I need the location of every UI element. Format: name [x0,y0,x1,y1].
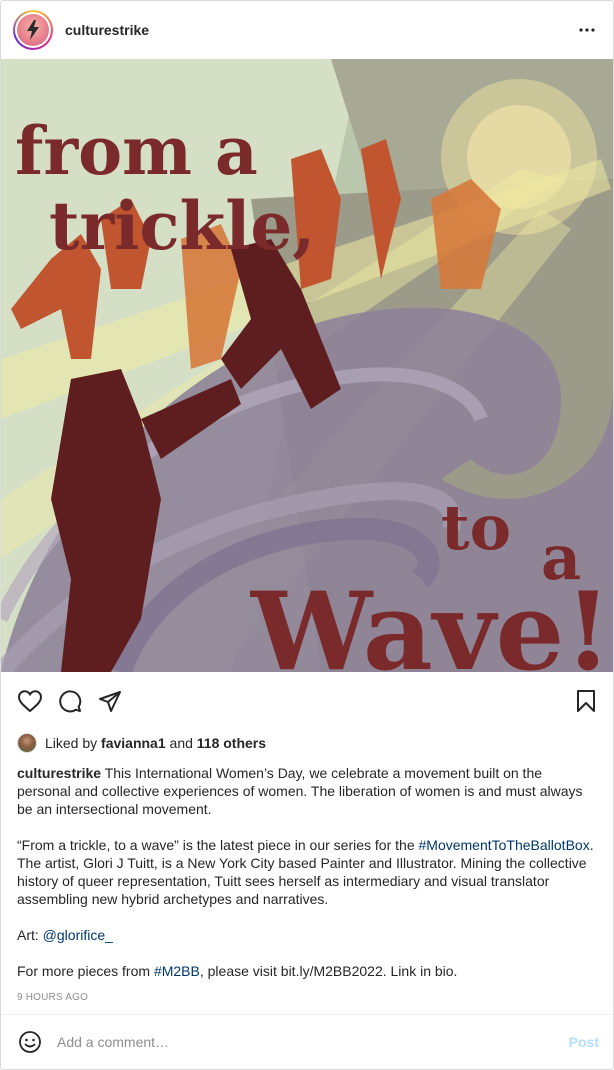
artist-handle-link[interactable]: @glorifice_ [43,927,113,943]
artwork-text-from-a: from a [15,112,258,190]
post-username[interactable]: culturestrike [65,22,149,38]
caption-paragraph-3: Art: @glorifice_ [17,926,597,944]
comment-bar: Post [1,1014,613,1069]
liker-avatar[interactable] [17,733,37,753]
heart-icon[interactable] [17,688,43,714]
post-artwork[interactable]: from a trickle, to a Wave! [1,59,613,672]
liker-username[interactable]: favianna1 [101,735,166,751]
emoji-icon[interactable] [17,1029,43,1055]
caption-paragraph-4: For more pieces from #M2BB, please visit… [17,962,597,980]
likes-count[interactable]: 118 others [197,735,266,751]
caption-text-1: This International Women’s Day, we celeb… [17,765,583,817]
caption-text-4a: For more pieces from [17,963,151,979]
caption-text-4b: , please visit bit.ly/M2BB2022. Link in … [199,963,458,979]
bookmark-icon[interactable] [573,688,599,714]
art-credit-label: Art: [17,927,39,943]
caption-text-2a: “From a trickle, to a wave” is the lates… [17,837,415,853]
artwork-text-trickle: trickle, [49,187,315,265]
instagram-post: culturestrike from a trickle, to a Wave!… [0,0,614,1070]
lightning-logo-icon [17,14,49,46]
post-actions [1,672,613,730]
hashtag-link-m2bb[interactable]: #M2BB [154,963,200,979]
post-caption: culturestrike This International Women’s… [1,764,613,980]
comment-icon[interactable] [57,688,83,714]
more-horizontal-icon[interactable] [575,18,599,42]
likes-joiner: and [169,735,193,751]
artwork-text-to: to [441,491,511,564]
post-timestamp[interactable]: 9 HOURS AGO [1,992,613,1003]
likes-prefix: Liked by [45,735,98,751]
comment-input[interactable] [57,1034,569,1050]
post-header: culturestrike [1,1,613,59]
profile-avatar[interactable] [13,10,53,50]
hashtag-link-movement[interactable]: #MovementToTheBallotBox [419,837,590,853]
likes-summary: Liked by favianna1 and 118 others [1,732,613,754]
caption-paragraph-2: “From a trickle, to a wave” is the lates… [17,836,597,908]
share-icon[interactable] [97,688,123,714]
post-comment-button[interactable]: Post [569,1034,599,1050]
caption-paragraph-1: culturestrike This International Women’s… [17,764,597,818]
caption-username[interactable]: culturestrike [17,765,101,781]
artwork-text-wave: Wave! [250,569,612,672]
